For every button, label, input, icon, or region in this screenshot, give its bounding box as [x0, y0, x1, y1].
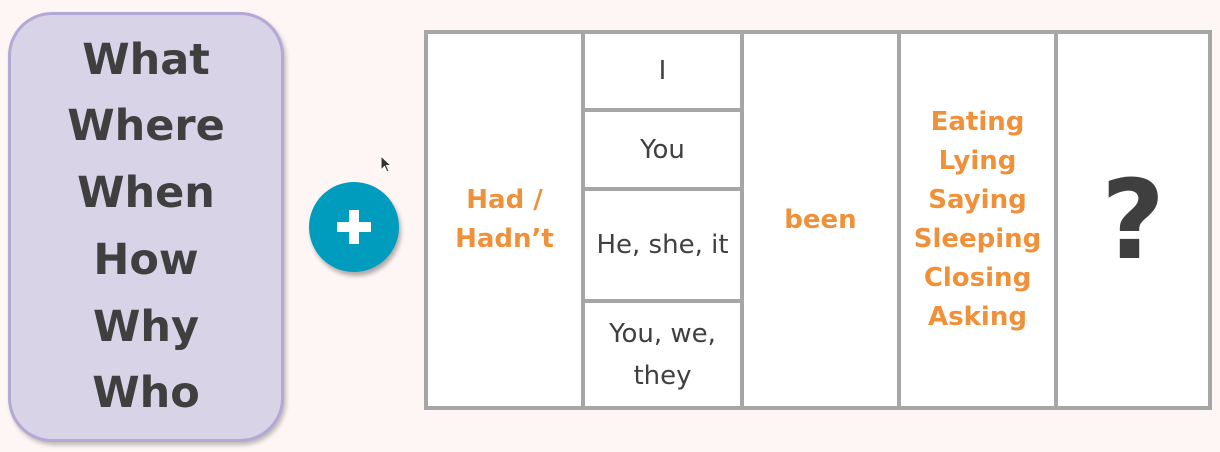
verb: Eating: [930, 107, 1025, 137]
question-word: Who: [92, 368, 200, 419]
question-word: When: [77, 168, 215, 219]
question-words-box: What Where When How Why Who: [8, 12, 284, 442]
subject-cell: You: [585, 112, 740, 191]
subject-cell: You, we, they: [609, 318, 716, 391]
verb: Saying: [928, 185, 1027, 215]
subjects-column: I You He, she, it You, we, they: [585, 34, 744, 406]
question-word: Where: [67, 101, 225, 152]
subject-cell: I: [585, 34, 740, 112]
verb: Closing: [923, 263, 1032, 293]
plus-icon: [309, 182, 399, 272]
verb: Lying: [938, 146, 1017, 176]
verb: Sleeping: [913, 224, 1042, 254]
mouse-cursor-icon: [380, 155, 393, 173]
verb: Asking: [928, 302, 1027, 332]
auxiliary-text: Had / Hadn’t: [455, 185, 554, 254]
subject-cell: He, she, it: [585, 191, 740, 303]
question-word: Why: [92, 301, 200, 352]
grammar-table: Had / Hadn’t I You He, she, it You, we, …: [424, 30, 1212, 410]
question-mark-cell: ?: [1058, 34, 1208, 406]
been-cell: been: [744, 34, 901, 406]
question-word: What: [82, 34, 210, 85]
auxiliary-cell: Had / Hadn’t: [428, 34, 585, 406]
question-mark: ?: [1101, 156, 1165, 284]
verbs-cell: Eating Lying Saying Sleeping Closing Ask…: [901, 34, 1058, 406]
question-word: How: [93, 234, 199, 285]
